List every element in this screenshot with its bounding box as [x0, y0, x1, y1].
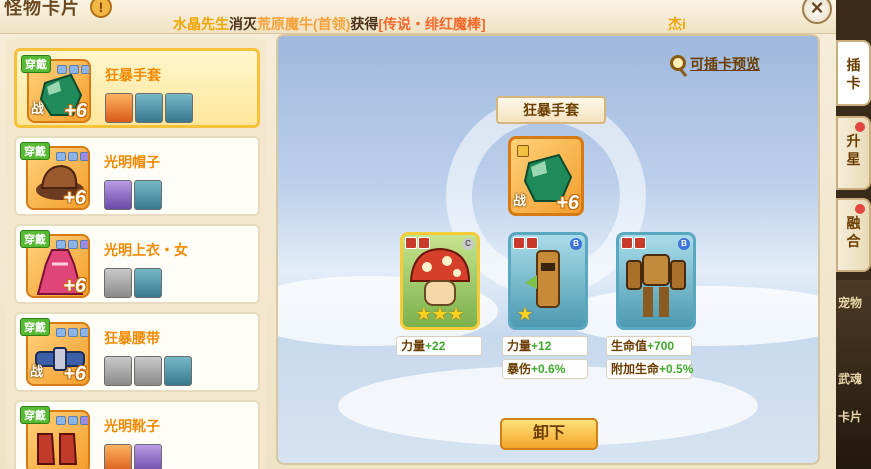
list-item[interactable]: 穿戴 光明靴子 [14, 400, 260, 469]
card-thumb [135, 93, 163, 123]
monster-card-window: 怪物卡片 ! × 水晶先生消灭荒原魔牛(首领)获得[传说・绯红魔棒] 杰i 战 … [0, 0, 836, 469]
inserted-cards [105, 93, 193, 123]
card-slot[interactable]: C ★★★ [400, 232, 480, 330]
inserted-cards [104, 268, 162, 298]
card-stat: 生命值+700 [606, 336, 692, 356]
card-stat: 暴伤+0.6% [502, 359, 588, 379]
card-thumb [134, 356, 162, 386]
info-icon[interactable]: ! [90, 0, 112, 18]
rank-label[interactable]: 武魂 [838, 370, 862, 387]
war-tag: 战 [513, 193, 527, 208]
stat-label: 力量 [401, 339, 426, 353]
war-tag: 战 [30, 364, 44, 379]
equipment-list[interactable]: 战 +6 穿戴 狂暴手套 +6 穿戴 光明帽子 +6 穿戴 光明上衣・女 战 +… [6, 38, 266, 469]
equipped-badge: 穿戴 [20, 406, 50, 424]
tab-star-up[interactable]: 升星 [836, 116, 871, 190]
card-thumb [104, 356, 132, 386]
card-insert-panel: 可插卡预览 狂暴手套 战 +6 C ★★★ B ★ B 力量+22 力量+12 … [276, 34, 820, 465]
card-thumb [104, 268, 132, 298]
unequip-button[interactable]: 卸下 [500, 418, 598, 450]
inserted-cards [104, 444, 162, 469]
card-slot[interactable]: B ★ [508, 232, 588, 330]
item-name: 光明上衣・女 [104, 242, 188, 258]
war-tag: 战 [31, 101, 45, 116]
star-rating: ★ [517, 304, 534, 324]
list-item[interactable]: +6 穿戴 光明上衣・女 [14, 224, 260, 304]
stat-label: 附加生命 [611, 362, 660, 376]
broadcast-item: [传说・绯红魔棒] [378, 16, 486, 32]
stat-label: 力量 [507, 339, 532, 353]
card-label[interactable]: 卡片 [838, 408, 862, 425]
card-slot[interactable]: B [616, 232, 696, 330]
card-thumb [134, 268, 162, 298]
stat-value: +0.5% [659, 362, 694, 376]
enhance-level: +6 [64, 100, 87, 122]
title-bar: 怪物卡片 ! × 水晶先生消灭荒原魔牛(首领)获得[传说・绯红魔棒] 杰i [0, 0, 836, 34]
inserted-cards [104, 180, 162, 210]
stat-label: 生命值 [611, 339, 648, 353]
stat-value: +0.6% [531, 362, 566, 376]
card-thumb [105, 93, 133, 123]
item-name: 狂暴腰带 [104, 330, 160, 346]
broadcast-got: 获得 [350, 16, 379, 32]
equipped-badge: 穿戴 [20, 142, 50, 160]
boots-icon [37, 433, 78, 465]
enhance-level: +6 [63, 275, 86, 297]
equipped-badge: 穿戴 [20, 318, 50, 336]
item-name: 光明靴子 [104, 418, 160, 434]
broadcast-message: 水晶先生消灭荒原魔牛(首领)获得[传说・绯红魔棒] 杰i [173, 14, 713, 36]
close-button[interactable]: × [802, 0, 832, 24]
broadcast-verb: 消灭 [229, 16, 257, 32]
golem-monster-icon [626, 254, 686, 317]
tab-insert-card[interactable]: 插卡 [836, 40, 871, 106]
broadcast-tail: 杰i [668, 16, 686, 32]
mushroom-monster-icon [409, 247, 471, 306]
stat-value: +22 [425, 339, 446, 353]
equipment-name-plate: 狂暴手套 [496, 96, 606, 124]
card-stat: 力量+22 [396, 336, 482, 356]
tab-label: 插卡 [846, 57, 861, 91]
card-thumb [134, 444, 162, 469]
equipped-badge: 穿戴 [20, 230, 50, 248]
card-thumb [134, 180, 162, 210]
item-name: 狂暴手套 [105, 67, 161, 83]
card-thumb [104, 180, 132, 210]
card-stat: 力量+12 [502, 336, 588, 356]
list-item[interactable]: 战 +6 穿戴 狂暴腰带 [14, 312, 260, 392]
item-name: 光明帽子 [104, 154, 160, 170]
broadcast-boss: 荒原魔牛(首领) [257, 16, 351, 32]
card-thumb [165, 93, 193, 123]
list-item[interactable]: 战 +6 穿戴 狂暴手套 [14, 48, 260, 128]
star-rating: ★★★ [415, 304, 465, 324]
stat-label: 暴伤 [507, 362, 532, 376]
window-title: 怪物卡片 [4, 0, 80, 18]
enhance-level: +6 [63, 187, 86, 209]
equipped-badge: 穿戴 [21, 55, 51, 73]
stat-value: +12 [531, 339, 552, 353]
card-thumb [164, 356, 192, 386]
stat-value: +700 [647, 339, 675, 353]
card-preview-link[interactable]: 可插卡预览 [690, 54, 760, 74]
broadcast-player: 水晶先生 [173, 16, 229, 32]
notification-dot-icon [855, 122, 865, 132]
tab-fuse[interactable]: 融合 [836, 198, 871, 272]
list-item[interactable]: +6 穿戴 光明帽子 [14, 136, 260, 216]
card-thumb [104, 444, 132, 469]
pet-label[interactable]: 宠物 [838, 294, 862, 311]
selected-equipment-icon: 战 +6 [508, 136, 584, 216]
enhance-level: +6 [63, 363, 86, 385]
card-stat: 附加生命+0.5% [606, 359, 694, 379]
enhance-level: +6 [556, 192, 579, 214]
inserted-cards [104, 356, 192, 386]
notification-dot-icon [855, 204, 865, 214]
magnifier-icon[interactable] [670, 55, 686, 71]
background-game-hud: 宠物 武魂 卡片 [836, 280, 871, 469]
